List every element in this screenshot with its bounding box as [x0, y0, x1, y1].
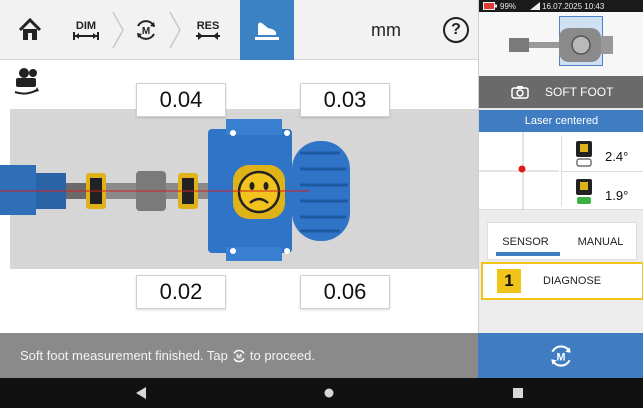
foot-value-bottom-left[interactable]: 0.02 — [136, 275, 226, 309]
home-icon — [18, 17, 42, 40]
signal-icon — [530, 2, 541, 10]
foot-value-bottom-right[interactable]: 0.06 — [300, 275, 390, 309]
machine-thumbnail[interactable] — [479, 12, 643, 76]
svg-text:M: M — [556, 351, 565, 363]
sensor-angle-1: 2.4° — [605, 149, 629, 164]
soft-foot-mode-bar[interactable]: SOFT FOOT — [479, 76, 643, 108]
laser-status-bar: Laser centered — [479, 110, 643, 132]
measure-button[interactable]: M — [128, 0, 164, 60]
active-tab-indicator — [496, 252, 560, 256]
nav-recents-button[interactable] — [503, 378, 533, 408]
dimensions-button[interactable]: DIM — [64, 0, 108, 60]
sensor-incline-icon — [576, 141, 592, 167]
recents-square-icon — [513, 388, 523, 398]
input-mode-tabs: SENSOR MANUAL — [487, 222, 637, 260]
foot-value-top-left[interactable]: 0.04 — [136, 83, 226, 117]
status-message-end: to proceed. — [249, 348, 315, 363]
date-time: 16.07.2025 10:43 — [542, 1, 605, 11]
home-button[interactable] — [10, 0, 50, 60]
sensor-angle-2: 1.9° — [605, 188, 629, 203]
results-button[interactable]: RES — [186, 0, 230, 60]
measure-rotate-icon: M — [137, 20, 155, 40]
status-message-start: Soft foot measurement finished. Tap — [20, 348, 228, 363]
back-triangle-icon — [136, 387, 146, 399]
laser-target-graphic — [479, 132, 559, 210]
svg-text:M: M — [142, 26, 150, 37]
measure-rotate-icon: M — [550, 344, 571, 367]
help-button[interactable]: ? — [438, 0, 474, 60]
results-align-icon — [196, 31, 220, 40]
machine-view-icon — [14, 68, 39, 95]
measure-rotate-icon: M — [233, 349, 245, 362]
step-separator-icon — [169, 12, 181, 48]
sensor-status-panel: 2.4° 1.9° — [479, 132, 643, 210]
help-icon: ? — [443, 17, 469, 43]
svg-text:M: M — [236, 353, 242, 360]
diagnose-label: DIAGNOSE — [543, 275, 602, 287]
battery-level: 99% — [500, 1, 517, 11]
main-view: 0.04 0.03 0.02 0.06 — [0, 61, 478, 333]
machine-train-graphic — [0, 119, 350, 261]
right-panel: 99% 16.07.2025 10:43 SOFT FOOT Laser cen… — [478, 0, 643, 378]
res-label: RES — [196, 19, 220, 32]
home-circle-icon — [324, 388, 334, 398]
soft-foot-icon — [255, 22, 279, 40]
diagnose-step-number: 1 — [497, 269, 521, 293]
android-navigation-bar — [0, 378, 643, 408]
sensor-battery-icon — [576, 179, 592, 204]
dim-label: DIM — [75, 19, 97, 32]
nav-home-button[interactable] — [314, 378, 344, 408]
dimension-arrow-icon — [73, 31, 99, 40]
nav-back-button[interactable] — [126, 378, 156, 408]
camera-icon — [511, 86, 529, 99]
status-bar: Soft foot measurement finished. Tap M to… — [0, 333, 478, 378]
machine-thumbnail-icon — [509, 28, 613, 62]
top-toolbar: DIM M RES mm ? — [0, 0, 478, 60]
foot-value-top-right[interactable]: 0.03 — [300, 83, 390, 117]
mode-title: SOFT FOOT — [545, 85, 614, 99]
soft-foot-button[interactable] — [240, 0, 294, 60]
step-separator-icon — [112, 12, 124, 48]
battery-icon — [483, 2, 497, 10]
view-switch-button[interactable] — [12, 67, 42, 95]
app-root: DIM M RES mm ? 0.04 0.03 0.02 0.06 Soft … — [0, 0, 643, 408]
diagnose-button[interactable]: 1 DIAGNOSE — [481, 262, 643, 300]
unit-selector[interactable]: mm — [366, 0, 406, 60]
proceed-measure-button[interactable]: M — [478, 333, 643, 378]
system-status-bar: 99% 16.07.2025 10:43 — [479, 0, 643, 12]
tab-manual[interactable]: MANUAL — [563, 223, 638, 261]
